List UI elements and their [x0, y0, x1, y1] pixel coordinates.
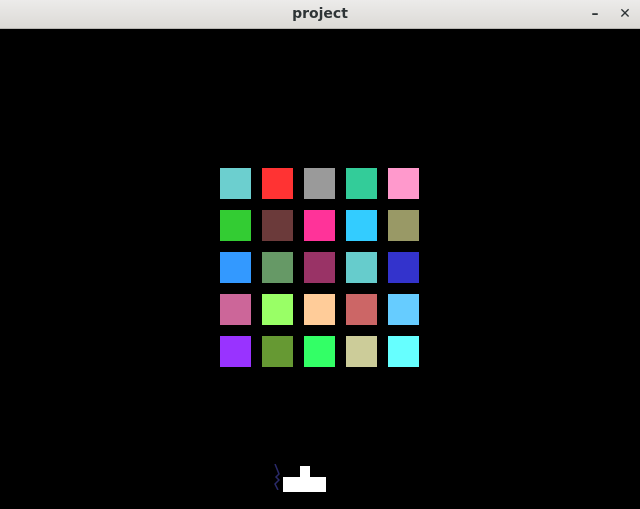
block: [262, 294, 293, 325]
block: [262, 210, 293, 241]
block: [388, 210, 419, 241]
close-button[interactable]: ✕: [615, 4, 635, 24]
block: [220, 336, 251, 367]
cursor-artifact-icon: [274, 464, 280, 490]
player-body: [283, 477, 326, 492]
block: [304, 336, 335, 367]
block: [346, 294, 377, 325]
block-grid: [220, 168, 419, 368]
block: [304, 294, 335, 325]
block: [346, 336, 377, 367]
player-ship: [273, 464, 327, 492]
app-window: project – ✕: [0, 0, 640, 509]
block: [262, 252, 293, 283]
block: [262, 168, 293, 199]
block: [346, 252, 377, 283]
block: [388, 294, 419, 325]
minimize-button[interactable]: –: [585, 4, 605, 24]
block: [304, 210, 335, 241]
block: [388, 252, 419, 283]
block: [220, 294, 251, 325]
window-title: project: [292, 6, 348, 22]
block: [304, 252, 335, 283]
block: [388, 168, 419, 199]
block: [220, 252, 251, 283]
block: [304, 168, 335, 199]
game-canvas[interactable]: [0, 29, 640, 509]
block: [220, 210, 251, 241]
block: [220, 168, 251, 199]
block: [388, 336, 419, 367]
block: [346, 168, 377, 199]
block: [346, 210, 377, 241]
block: [262, 336, 293, 367]
title-bar[interactable]: project – ✕: [0, 0, 640, 29]
